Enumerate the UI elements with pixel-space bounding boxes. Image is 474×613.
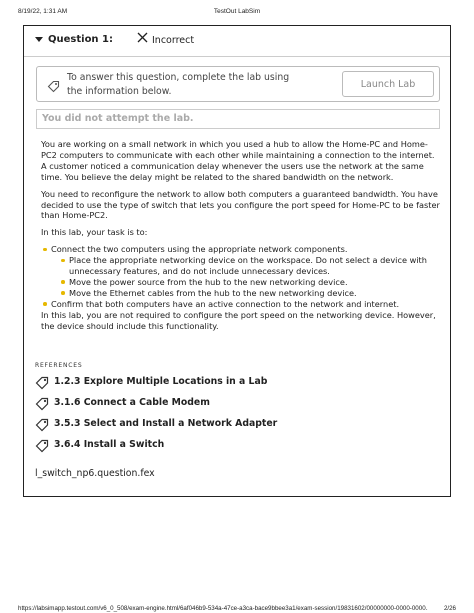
subtask-item: Move the Ethernet cables from the hub to… bbox=[51, 288, 441, 299]
tag-icon bbox=[47, 78, 60, 97]
tag-icon bbox=[35, 438, 49, 457]
reference-link[interactable]: 1.2.3 Explore Multiple Locations in a La… bbox=[35, 374, 445, 395]
question-status: Incorrect bbox=[152, 34, 195, 46]
question-filename: l_switch_np6.question.fex bbox=[35, 468, 155, 479]
print-url: https://labsimapp.testout.com/v6_0_508/e… bbox=[18, 605, 428, 612]
question-body: You are working on a small network in wh… bbox=[41, 139, 441, 338]
launch-lab-button[interactable]: Launch Lab bbox=[342, 71, 434, 97]
lab-instruction: To answer this question, complete the la… bbox=[67, 72, 290, 97]
task-list: Connect the two computers using the appr… bbox=[41, 244, 441, 309]
question-card: Question 1: Incorrect To answer this que… bbox=[23, 25, 451, 497]
question-title: Question 1: bbox=[48, 34, 113, 45]
lab-result-box: You did not attempt the lab. bbox=[36, 109, 440, 129]
task-item: Connect the two computers using the appr… bbox=[41, 244, 441, 299]
reference-link[interactable]: 3.6.4 Install a Switch bbox=[35, 437, 445, 458]
references-title: REFERENCES bbox=[35, 362, 83, 369]
reference-link[interactable]: 3.5.3 Select and Install a Network Adapt… bbox=[35, 416, 445, 437]
subtask-item: Place the appropriate networking device … bbox=[51, 255, 441, 277]
note-paragraph: In this lab, you are not required to con… bbox=[41, 309, 436, 331]
scenario-paragraph: You are working on a small network in wh… bbox=[41, 139, 435, 182]
lab-result: You did not attempt the lab. bbox=[42, 113, 194, 124]
lab-instruction-box: To answer this question, complete the la… bbox=[36, 66, 440, 102]
collapse-caret-icon[interactable] bbox=[35, 37, 43, 42]
print-title: TestOut LabSim bbox=[213, 8, 261, 15]
question-header[interactable]: Question 1: Incorrect bbox=[24, 26, 450, 57]
x-icon bbox=[137, 32, 148, 46]
tag-icon bbox=[35, 396, 49, 415]
task-item: Confirm that both computers have an acti… bbox=[41, 299, 441, 310]
subtask-list: Place the appropriate networking device … bbox=[51, 255, 441, 299]
task-intro: In this lab, your task is to: bbox=[41, 227, 148, 238]
subtask-item: Move the power source from the hub to th… bbox=[51, 277, 441, 288]
references-section: REFERENCES 1.2.3 Explore Multiple Locati… bbox=[35, 362, 445, 458]
reference-link[interactable]: 3.1.6 Connect a Cable Modem bbox=[35, 395, 445, 416]
requirement-paragraph: You need to reconfigure the network to a… bbox=[41, 188, 440, 221]
tag-icon bbox=[35, 417, 49, 436]
print-page-number: 2/26 bbox=[443, 605, 456, 612]
tag-icon bbox=[35, 375, 49, 394]
